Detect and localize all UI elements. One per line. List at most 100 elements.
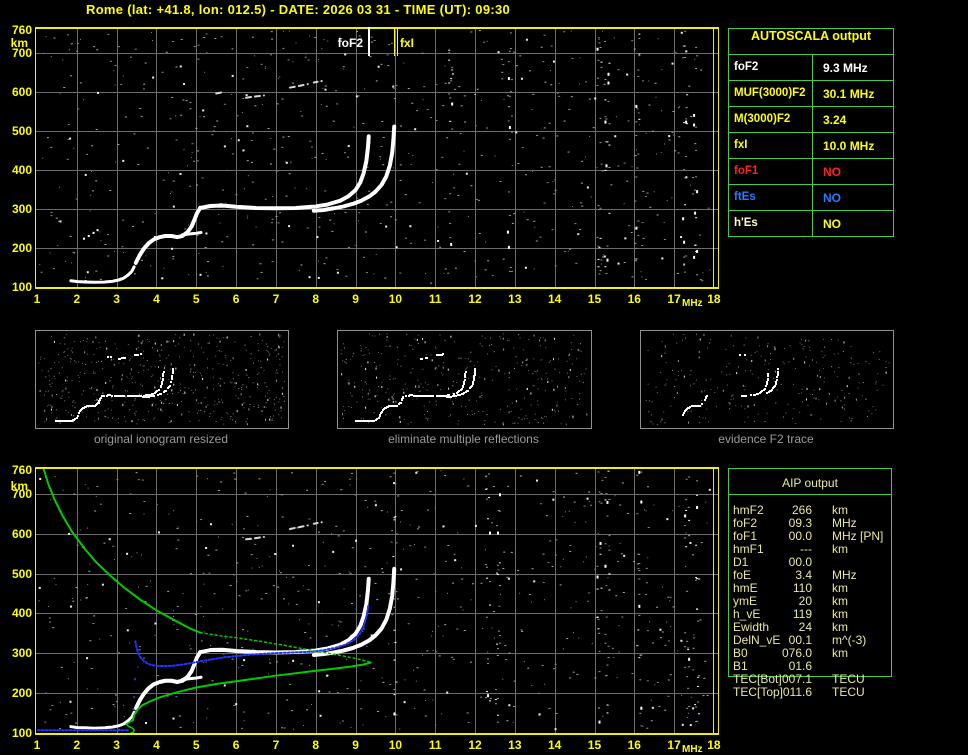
aip-unit: TECU	[832, 685, 865, 699]
x-axis-tick-15: 15	[587, 738, 602, 752]
aip-output-rows: hmF2 266 km foF2 09.3 MHz foF1 00.0 MHz [PN] hmF1-…	[733, 503, 903, 699]
aip-row-hmF1: hmF1 --- km	[733, 542, 903, 556]
aip-value: 20	[798, 594, 812, 608]
aip-unit: km	[832, 581, 848, 595]
aip-value: 09.3	[788, 516, 812, 530]
autoscala-param-label: fxI	[729, 133, 813, 158]
x-axis-tick-7: 7	[272, 738, 280, 752]
thumbnail-cleaned	[337, 330, 592, 429]
x-axis-tick-8: 8	[312, 738, 320, 752]
aip-value: 119	[792, 607, 812, 621]
autoscala-row-ftEs: ftEs NO	[729, 184, 893, 210]
x-axis-tick-1: 1	[33, 738, 41, 752]
x-axis-tick-2: 2	[73, 738, 81, 752]
x-axis-tick-2: 2	[73, 292, 81, 306]
autoscala-table-header: AUTOSCALA output	[750, 29, 872, 43]
autoscala-param-value: NO	[823, 165, 841, 179]
x-axis-tick-5: 5	[192, 738, 200, 752]
x-axis-tick-14: 14	[547, 292, 562, 306]
x-axis-tick-12: 12	[468, 292, 482, 306]
x-axis-tick-11: 11	[428, 738, 442, 752]
autoscala-row-M(3000)F2: M(3000)F2 3.24	[729, 106, 893, 132]
aip-label: hmF1	[733, 542, 764, 556]
thumbnail-original	[35, 330, 289, 429]
aip-unit: km	[832, 594, 848, 608]
x-axis-tick-14: 14	[547, 738, 562, 752]
scaled-ionogram-canvas	[35, 27, 719, 289]
aip-value: ---	[800, 542, 812, 556]
autoscala-row-fxI: fxI 10.0 MHz	[729, 132, 893, 158]
x-axis-tick-8: 8	[312, 292, 320, 306]
aip-unit: km	[832, 646, 848, 660]
autoscala-param-label: MUF(3000)F2	[729, 81, 813, 106]
x-axis-tick-4: 4	[153, 292, 160, 306]
x-axis-tick-18: 18	[707, 292, 721, 306]
x-axis-unit-label: MHz	[682, 744, 703, 755]
aip-row-foF1: foF1 00.0 MHz [PN]	[733, 529, 903, 543]
x-axis-tick-10: 10	[388, 292, 403, 306]
aip-label: hmE	[733, 581, 758, 595]
y-axis-unit-label: km	[10, 36, 28, 50]
autoscala-param-value: 9.3 MHz	[823, 61, 868, 75]
autoscala-param-label: h'Es	[729, 211, 813, 236]
y-axis-tick-600: 600	[11, 526, 32, 541]
x-axis-tick-4: 4	[153, 738, 160, 752]
autoscala-param-value: NO	[823, 217, 841, 231]
aip-row-foF2: foF2 09.3 MHz	[733, 516, 903, 530]
autoscala-param-value: NO	[823, 191, 841, 205]
autoscala-output-table: AUTOSCALA output foF2 9.3 MHz MUF(3000)F2 3…	[728, 28, 894, 237]
x-axis-tick-1: 1	[33, 292, 41, 306]
aip-label: B0	[733, 646, 748, 660]
x-axis-tick-5: 5	[192, 292, 200, 306]
aip-value: 00.1	[788, 633, 812, 647]
y-axis-unit-label: km	[10, 479, 28, 493]
x-axis-tick-9: 9	[352, 738, 359, 752]
thumbnail-evidence-canvas	[641, 331, 891, 426]
aip-value: 266	[791, 503, 812, 517]
aip-row-ymE: ymE 20 km	[733, 594, 903, 608]
aip-row-D1: D1 00.0	[733, 555, 903, 569]
thumbnail-original-caption: original ionogram resized	[93, 432, 229, 446]
y-axis-tick-300: 300	[11, 646, 32, 661]
y-axis-tick-200: 200	[11, 241, 32, 256]
aip-value: 24	[798, 620, 812, 634]
aip-value: 007.1	[781, 672, 812, 686]
aip-value: 00.0	[788, 529, 812, 543]
y-axis-tick-300: 300	[11, 202, 32, 217]
autoscala-param-label: ftEs	[729, 185, 813, 210]
y-axis-tick-200: 200	[11, 686, 32, 701]
thumbnail-evidence-caption: evidence F2 trace	[718, 432, 814, 446]
aip-unit: MHz	[832, 516, 857, 530]
aip-label: foF2	[733, 516, 758, 530]
aip-value: 110	[792, 581, 812, 595]
aip-row-TEC[Top]: TEC[Top] 011.6 TECU	[733, 685, 903, 699]
autoscala-param-value: 3.24	[823, 113, 847, 127]
aip-label: ymE	[733, 594, 757, 608]
aip-note: [PN]	[860, 529, 884, 543]
autoscala-param-value: 30.1 MHz	[823, 87, 875, 101]
x-axis-tick-13: 13	[508, 738, 522, 752]
aip-value: 00.0	[788, 555, 812, 569]
fof2-marker-label: foF2	[337, 36, 363, 50]
x-axis-tick-3: 3	[113, 292, 120, 306]
aip-unit: km	[832, 503, 848, 517]
aip-row-DelN_vE: DelN_vE 00.1 m^(-3)	[733, 633, 903, 647]
aip-label: B1	[733, 659, 748, 673]
aip-row-h_vE: h_vE 119 km	[733, 607, 903, 621]
aip-row-B1: B1 01.6	[733, 659, 903, 673]
autoscala-row-MUF(3000)F2: MUF(3000)F2 30.1 MHz	[729, 80, 893, 106]
thumbnail-evidence	[640, 330, 894, 429]
autoscala-row-h'Es: h'Es NO	[729, 210, 893, 236]
thumbnail-cleaned-caption: eliminate multiple reflections	[388, 432, 539, 446]
aip-row-hmF2: hmF2 266 km	[733, 503, 903, 517]
y-axis-tick-760: 760	[11, 23, 32, 37]
y-axis-tick-600: 600	[11, 85, 32, 100]
x-axis-tick-11: 11	[428, 292, 442, 306]
x-axis-tick-13: 13	[508, 292, 522, 306]
aip-row-hmE: hmE 110 km	[733, 581, 903, 595]
x-axis-tick-7: 7	[272, 292, 280, 306]
aip-unit: km	[832, 620, 848, 634]
y-axis-tick-500: 500	[11, 124, 32, 139]
aip-row-foE: foE 3.4 MHz	[733, 568, 903, 582]
aip-header: AIP output	[782, 476, 838, 490]
